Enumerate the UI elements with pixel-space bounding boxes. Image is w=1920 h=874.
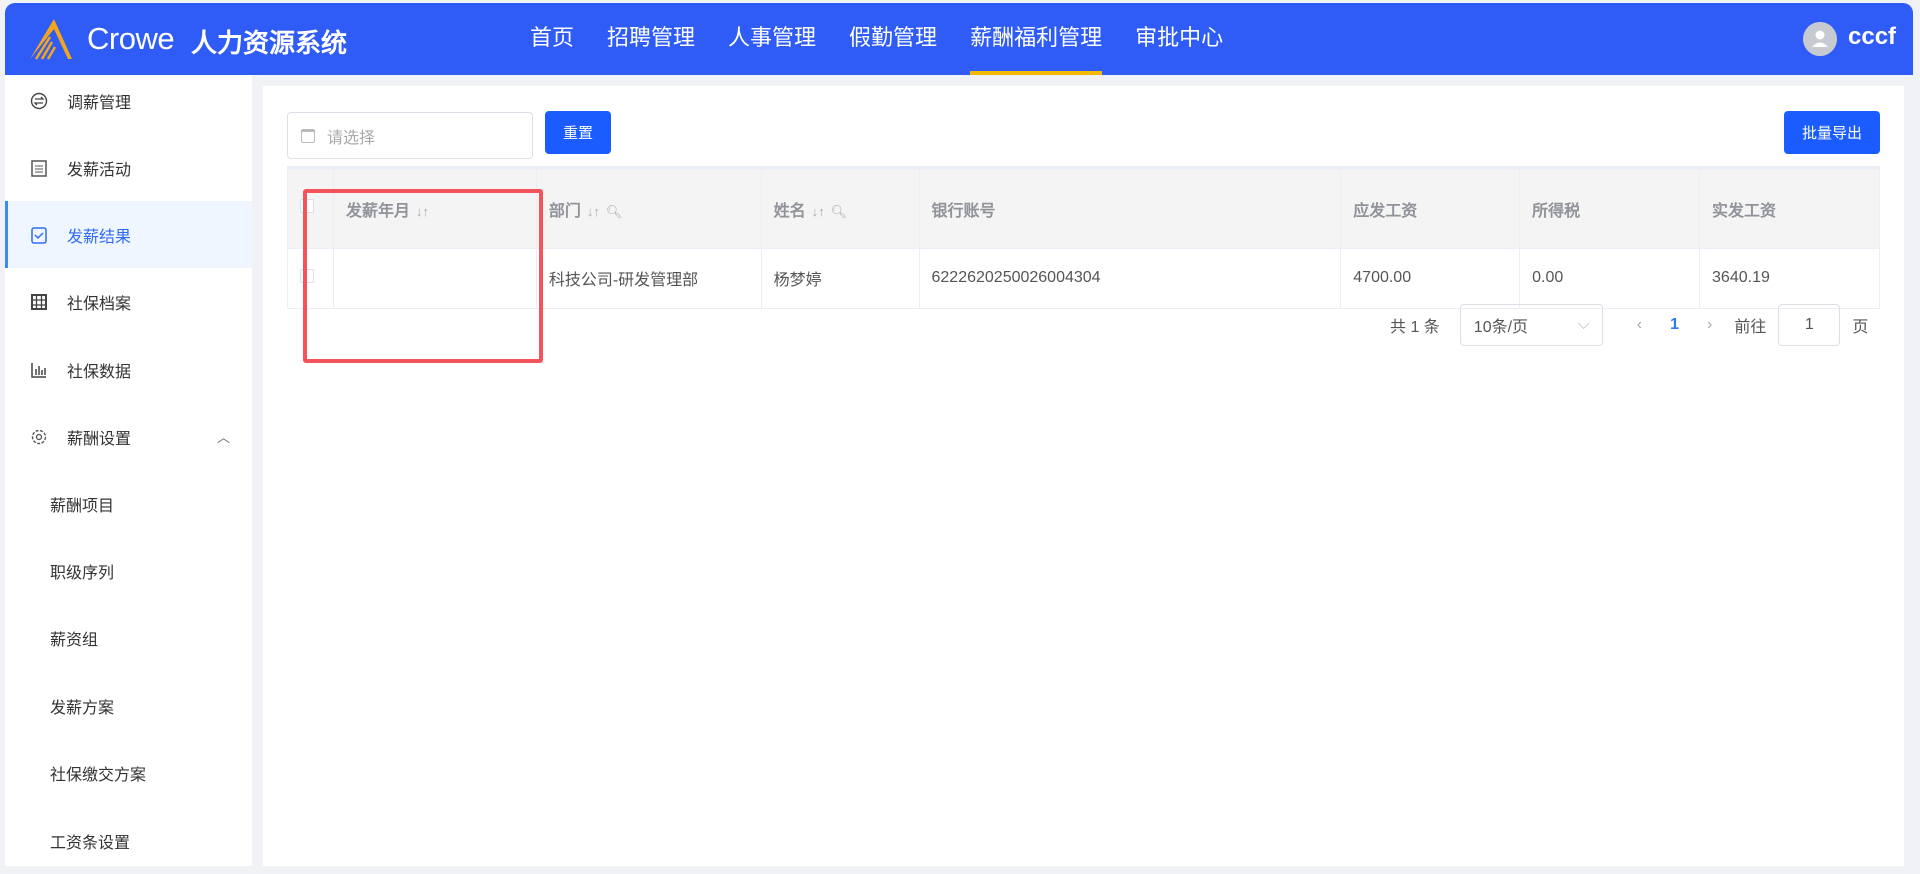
bar-chart-icon bbox=[29, 360, 49, 380]
sidebar-item-label: 社保档案 bbox=[67, 295, 132, 313]
clipboard-check-icon bbox=[29, 225, 49, 245]
cell-bank-account: 6222620250026004304 bbox=[918, 247, 1342, 309]
goto-page-input[interactable]: 1 bbox=[1778, 304, 1841, 346]
column-header-net-pay: 实发工资 bbox=[1699, 166, 1880, 249]
clipboard-icon bbox=[29, 158, 49, 178]
chevron-up-icon: ︿ bbox=[216, 430, 230, 445]
sidebar-item-social-data[interactable]: 社保数据 bbox=[5, 336, 252, 403]
brand-name: Crowe bbox=[87, 21, 175, 56]
column-label: 姓名 bbox=[773, 202, 806, 220]
cell-month bbox=[332, 247, 537, 309]
sidebar-item-label: 调薪管理 bbox=[67, 94, 132, 112]
sidebar-item-label: 发薪活动 bbox=[67, 161, 132, 179]
pagination: 共 1 条 10条/页 ⌵ ‹ 1 › 前往 1 页 bbox=[1390, 304, 1868, 346]
page-size-value: 10条/页 bbox=[1473, 319, 1529, 336]
next-page-button[interactable]: › bbox=[1707, 316, 1712, 334]
nav-approval[interactable]: 审批中心 bbox=[1135, 3, 1223, 75]
nav-personnel[interactable]: 人事管理 bbox=[728, 3, 816, 75]
sidebar-item-label: 发薪结果 bbox=[67, 228, 132, 246]
sidebar-item-payroll-activity[interactable]: 发薪活动 bbox=[5, 134, 252, 201]
system-title: 人力资源系统 bbox=[191, 28, 348, 58]
select-all-checkbox[interactable] bbox=[300, 199, 314, 214]
cell-name: 杨梦婷 bbox=[760, 247, 920, 309]
sidebar-item-payroll-result[interactable]: 发薪结果 bbox=[5, 201, 252, 268]
sidebar-item-label: 社保数据 bbox=[67, 363, 132, 381]
row-checkbox[interactable] bbox=[300, 268, 314, 283]
column-label: 部门 bbox=[548, 202, 581, 220]
column-header-income-tax: 所得税 bbox=[1519, 166, 1701, 249]
archive-icon bbox=[29, 292, 49, 312]
sidebar-item-salary-adjust[interactable]: 调薪管理 bbox=[5, 67, 252, 134]
column-header-month[interactable]: 发薪年月 ↓↑ bbox=[332, 166, 537, 249]
sort-icon[interactable]: ↓↑ bbox=[587, 204, 600, 219]
page-scrollbar[interactable] bbox=[1908, 75, 1920, 866]
column-label: 发薪年月 bbox=[345, 202, 410, 220]
calendar-icon bbox=[301, 128, 315, 143]
column-header-gross-pay: 应发工资 bbox=[1340, 166, 1521, 249]
gear-icon bbox=[29, 427, 49, 447]
search-icon[interactable]: 🔍︎ bbox=[606, 204, 623, 219]
month-picker-placeholder: 请选择 bbox=[327, 129, 376, 147]
main-nav: 首页 招聘管理 人事管理 假勤管理 薪酬福利管理 审批中心 bbox=[530, 3, 1256, 75]
avatar-icon[interactable] bbox=[1803, 22, 1837, 56]
sidebar-subitem-payslip-settings[interactable]: 工资条设置 bbox=[5, 807, 252, 874]
page-number-current[interactable]: 1 bbox=[1670, 316, 1679, 334]
username[interactable]: cccf bbox=[1848, 23, 1896, 51]
cell-department: 科技公司-研发管理部 bbox=[535, 247, 762, 309]
column-header-name[interactable]: 姓名 ↓↑ 🔍︎ bbox=[760, 166, 920, 249]
sidebar-subitem-payroll-plan[interactable]: 发薪方案 bbox=[5, 672, 252, 739]
total-count: 共 1 条 bbox=[1390, 319, 1440, 336]
crowe-logo-icon bbox=[30, 19, 72, 60]
goto-label: 前往 bbox=[1734, 319, 1767, 336]
cell-income-tax: 0.00 bbox=[1519, 247, 1701, 309]
page-suffix: 页 bbox=[1852, 319, 1869, 336]
sidebar-subitem-grade-sequence[interactable]: 职级序列 bbox=[5, 537, 252, 604]
swap-circle-icon bbox=[29, 91, 49, 111]
sidebar-item-salary-settings[interactable]: 薪酬设置 ︿ bbox=[5, 403, 252, 470]
top-header: Crowe 人力资源系统 首页 招聘管理 人事管理 假勤管理 薪酬福利管理 审批… bbox=[5, 3, 1913, 75]
column-header-department[interactable]: 部门 ↓↑ 🔍︎ bbox=[535, 166, 762, 249]
sidebar-item-label: 薪酬设置 bbox=[67, 430, 132, 448]
sort-icon[interactable]: ↓↑ bbox=[812, 204, 825, 219]
sidebar-item-social-archive[interactable]: 社保档案 bbox=[5, 268, 252, 335]
cell-gross-pay: 4700.00 bbox=[1340, 247, 1521, 309]
nav-compensation[interactable]: 薪酬福利管理 bbox=[970, 3, 1103, 75]
reset-button[interactable]: 重置 bbox=[545, 111, 611, 154]
chevron-down-icon: ⌵ bbox=[1577, 316, 1590, 333]
search-icon[interactable]: 🔍︎ bbox=[831, 204, 848, 219]
nav-attendance[interactable]: 假勤管理 bbox=[849, 3, 937, 75]
page-size-select[interactable]: 10条/页 ⌵ bbox=[1459, 304, 1603, 346]
sort-icon[interactable]: ↓↑ bbox=[416, 204, 429, 219]
sidebar-subitem-social-plan[interactable]: 社保缴交方案 bbox=[5, 739, 252, 806]
payroll-result-table: 发薪年月 ↓↑ 部门 ↓↑ 🔍︎ 姓名 ↓↑ 🔍︎ 银行账号 应发工资 所得税 实发工资 … bbox=[287, 166, 1880, 309]
batch-export-button[interactable]: 批量导出 bbox=[1784, 111, 1880, 154]
month-picker[interactable]: 请选择 bbox=[287, 112, 533, 159]
sidebar: 调薪管理 发薪活动 发薪结果 社保档案 社保数据 薪酬设置 ︿ 薪酬项目 职级序… bbox=[5, 75, 252, 866]
cell-net-pay: 3640.19 bbox=[1699, 247, 1880, 309]
table-row: 科技公司-研发管理部 杨梦婷 6222620250026004304 4700.… bbox=[287, 247, 1880, 309]
sidebar-subitem-salary-items[interactable]: 薪酬项目 bbox=[5, 470, 252, 537]
column-header-bank-account: 银行账号 bbox=[918, 166, 1342, 249]
sidebar-subitem-salary-group[interactable]: 薪资组 bbox=[5, 604, 252, 671]
nav-home[interactable]: 首页 bbox=[530, 3, 574, 75]
prev-page-button[interactable]: ‹ bbox=[1637, 316, 1642, 334]
nav-recruitment[interactable]: 招聘管理 bbox=[607, 3, 695, 75]
